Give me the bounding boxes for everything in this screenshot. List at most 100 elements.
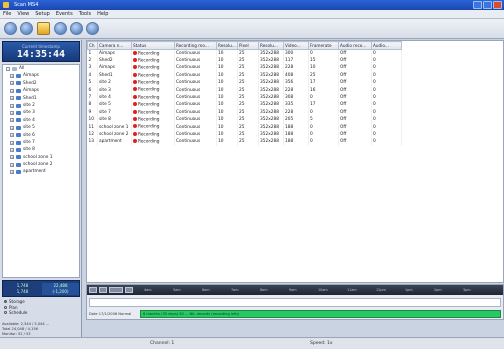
expand-icon[interactable]: + bbox=[10, 81, 14, 86]
camera-icon bbox=[16, 96, 21, 101]
recording-icon bbox=[133, 65, 137, 70]
table-row[interactable]: 11 school zone 1 Recording Continuous 10 25 35… bbox=[87, 123, 402, 131]
table-row[interactable]: 9 site 7 Recording Continuous 10 25 352x288 228… bbox=[87, 108, 402, 117]
tree-item[interactable]: + apartment bbox=[3, 168, 79, 175]
column-header[interactable]: Framerate bbox=[308, 41, 339, 50]
timeline-next-button[interactable] bbox=[99, 287, 107, 293]
settings-icon[interactable] bbox=[70, 22, 83, 35]
tree-item[interactable]: + site 2 bbox=[3, 102, 79, 109]
cell-text: 25 bbox=[239, 139, 245, 145]
tree-item[interactable]: + school zone 2 bbox=[3, 161, 79, 168]
table-row[interactable]: 2 Shed2 Recording Continuous 10 25 352x288 117 1… bbox=[87, 56, 402, 65]
timeline-zoom-button[interactable] bbox=[109, 287, 123, 293]
table-row[interactable]: 10 site 8 Recording Continuous 10 25 352x288 20… bbox=[87, 116, 402, 124]
expand-icon[interactable]: + bbox=[10, 103, 14, 108]
cell-text: Continuous bbox=[176, 95, 201, 101]
timeline-track[interactable] bbox=[89, 298, 501, 307]
menu-events[interactable]: Events bbox=[56, 11, 73, 17]
tree-item[interactable]: + site 5 bbox=[3, 124, 79, 131]
radio-icon[interactable] bbox=[4, 305, 7, 309]
column-header[interactable]: Resolu... bbox=[258, 41, 284, 50]
table-row[interactable]: 7 site 4 Recording Continuous 10 25 352x288 308… bbox=[87, 93, 402, 102]
tree-item[interactable]: + Aimaps bbox=[3, 72, 79, 79]
table-cell: 10 bbox=[216, 86, 238, 94]
table-row[interactable]: 13 apartment Recording Continuous 10 25 352x28… bbox=[87, 138, 402, 146]
expand-icon[interactable]: + bbox=[10, 118, 14, 123]
menu-help[interactable]: Help bbox=[97, 11, 108, 17]
refresh-icon[interactable] bbox=[54, 22, 67, 35]
option-schedule[interactable]: Schedule bbox=[2, 310, 80, 316]
table-cell: Continuous bbox=[174, 64, 217, 72]
tree-item[interactable]: + site 3 bbox=[3, 109, 79, 116]
expand-icon[interactable]: + bbox=[10, 111, 14, 116]
table-cell: Recording bbox=[131, 101, 175, 109]
collapse-icon[interactable]: - bbox=[6, 66, 10, 71]
minimize-button[interactable] bbox=[473, 1, 482, 9]
menu-setup[interactable]: Setup bbox=[35, 11, 50, 17]
column-header[interactable]: Resolu... bbox=[216, 41, 238, 50]
clock-display: Current timestamp 14:35:44 bbox=[2, 41, 80, 62]
table-row[interactable]: 6 site 3 Recording Continuous 10 25 352x288 228… bbox=[87, 86, 402, 94]
tree-item[interactable]: + Aimaps bbox=[3, 87, 79, 94]
column-header[interactable]: Camera n... bbox=[97, 41, 132, 50]
column-header[interactable]: Recording mo... bbox=[174, 41, 217, 50]
table-row[interactable]: 5 site 2 Recording Continuous 10 25 352x288 356… bbox=[87, 79, 402, 87]
cell-text: 25 bbox=[310, 72, 316, 78]
expand-icon[interactable]: + bbox=[10, 96, 14, 101]
save-icon[interactable] bbox=[86, 22, 99, 35]
expand-icon[interactable]: + bbox=[10, 170, 14, 175]
expand-icon[interactable]: + bbox=[10, 147, 14, 152]
expand-icon[interactable]: + bbox=[10, 155, 14, 160]
maximize-button[interactable] bbox=[483, 1, 492, 9]
cell-text: 0 bbox=[373, 109, 376, 115]
tree-root[interactable]: - All bbox=[3, 65, 79, 72]
cell-text: 10 bbox=[218, 124, 224, 130]
column-header[interactable]: Audio... bbox=[371, 41, 402, 50]
tree-item[interactable]: + site 4 bbox=[3, 117, 79, 124]
timeline-prev-button[interactable] bbox=[89, 287, 97, 293]
menu-view[interactable]: View bbox=[17, 11, 29, 17]
radio-icon[interactable] bbox=[4, 311, 7, 315]
expand-icon[interactable]: + bbox=[10, 74, 14, 79]
recording-bar[interactable]: 6 months (35 days) 50 ... Nb. records (r… bbox=[140, 310, 501, 318]
cell-text: 17 bbox=[310, 80, 316, 86]
table-row[interactable]: 1 Aimaps Recording Continuous 10 25 352x288 300… bbox=[87, 49, 402, 57]
expand-icon[interactable]: + bbox=[10, 140, 14, 145]
column-header[interactable]: Status bbox=[131, 41, 175, 50]
table-row[interactable]: 12 school zone 2 Recording Continuous 10 25 35… bbox=[87, 130, 402, 139]
tree-item[interactable]: + school zone 1 bbox=[3, 154, 79, 161]
table-cell: 1 bbox=[87, 49, 98, 57]
column-header[interactable]: Pixel bbox=[237, 41, 259, 50]
close-button[interactable] bbox=[493, 1, 502, 9]
menu-file[interactable]: File bbox=[3, 11, 11, 17]
cell-text: Off bbox=[340, 109, 347, 115]
menu-tools[interactable]: Tools bbox=[79, 11, 91, 17]
column-header[interactable]: Audio reco... bbox=[338, 41, 372, 50]
tree-item[interactable]: + site 8 bbox=[3, 146, 79, 153]
expand-icon[interactable]: + bbox=[10, 162, 14, 167]
table-cell: Recording bbox=[131, 49, 175, 57]
record-icon[interactable] bbox=[4, 22, 17, 35]
expand-icon[interactable]: + bbox=[10, 88, 14, 93]
table-cell: 10 bbox=[308, 64, 339, 72]
radio-icon[interactable] bbox=[4, 300, 7, 304]
tree-item[interactable]: + Shed2 bbox=[3, 80, 79, 87]
timeline-play-button[interactable] bbox=[125, 287, 133, 293]
cell-text: 25 bbox=[239, 102, 245, 108]
tree-item[interactable]: + Shed1 bbox=[3, 95, 79, 102]
table-cell: 25 bbox=[237, 108, 259, 117]
table-row[interactable]: 4 Shed1 Recording Continuous 10 25 352x288 408 2… bbox=[87, 71, 402, 80]
column-header[interactable]: Video... bbox=[283, 41, 309, 50]
expand-icon[interactable]: + bbox=[10, 133, 14, 138]
schedule-icon[interactable] bbox=[37, 22, 50, 35]
status-speed: Speed: 1x bbox=[310, 341, 333, 346]
table-row[interactable]: 3 Aimaps Recording Continuous 10 25 352x288 228… bbox=[87, 64, 402, 72]
expand-icon[interactable]: + bbox=[10, 125, 14, 130]
cell-text: 9 bbox=[88, 109, 92, 115]
cell-text: Off bbox=[340, 72, 347, 78]
stop-icon[interactable] bbox=[20, 22, 33, 35]
tree-item[interactable]: + site 6 bbox=[3, 132, 79, 139]
column-header[interactable]: Ch bbox=[87, 41, 98, 50]
tree-item[interactable]: + site 7 bbox=[3, 139, 79, 146]
table-row[interactable]: 8 site 5 Recording Continuous 10 25 352x288 335… bbox=[87, 101, 402, 109]
